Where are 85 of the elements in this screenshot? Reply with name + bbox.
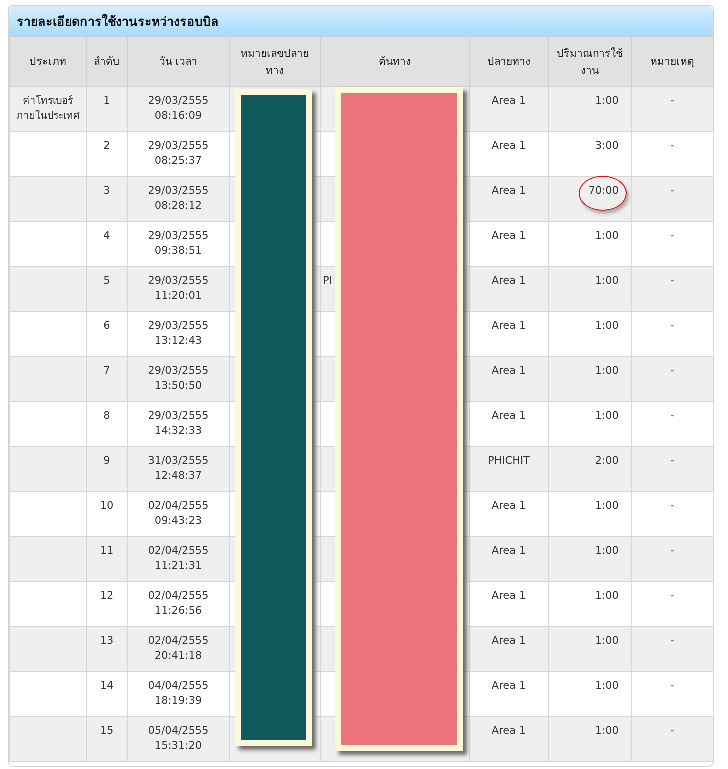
- table-cell: 3:00: [548, 132, 632, 176]
- table-cell: 29/03/2555 08:25:37: [128, 132, 230, 176]
- column-header: หมายเลขปลายทาง: [230, 36, 320, 86]
- table-cell: 8: [86, 402, 128, 446]
- table-cell: -: [632, 86, 714, 132]
- table-cell: 1:00: [548, 536, 632, 582]
- table-cell: 29/03/2555 14:32:33: [128, 402, 230, 446]
- table-cell: 70:00: [588, 185, 619, 197]
- table-cell: 1:00: [548, 582, 632, 626]
- table-cell: 2:00: [548, 446, 632, 492]
- column-header: ปลายทาง: [470, 36, 548, 86]
- table-cell: 15: [86, 716, 128, 762]
- table-cell: 1:00: [548, 402, 632, 446]
- column-header: ต้นทาง: [320, 36, 470, 86]
- table-cell: 3: [86, 176, 128, 222]
- table-cell: -: [632, 266, 714, 312]
- table-cell: 12: [86, 582, 128, 626]
- table-cell: 29/03/2555 13:12:43: [128, 312, 230, 356]
- table-cell: 13: [86, 626, 128, 672]
- table-cell: -: [632, 176, 714, 222]
- table-cell: 1:00: [548, 222, 632, 266]
- panel-title: รายละเอียดการใช้งานระหว่างรอบบิล: [9, 6, 713, 36]
- table-cell: 6: [86, 312, 128, 356]
- table-cell: 4: [86, 222, 128, 266]
- table-cell: 29/03/2555 09:38:51: [128, 222, 230, 266]
- table-cell: -: [632, 402, 714, 446]
- table-cell: -: [632, 536, 714, 582]
- table-cell: Area 1: [470, 582, 548, 626]
- table-cell: -: [632, 716, 714, 762]
- table-cell: 05/04/2555 15:31:20: [128, 716, 230, 762]
- table-cell: Area 1: [470, 176, 548, 222]
- table-cell: PHICHIT: [470, 446, 548, 492]
- table-cell: -: [632, 492, 714, 536]
- table-cell: 02/04/2555 09:43:23: [128, 492, 230, 536]
- table-cell: -: [632, 672, 714, 716]
- table-cell: 02/04/2555 20:41:18: [128, 626, 230, 672]
- table-cell: ค่าโทรเบอร์ ภายในประเทศ: [10, 86, 86, 132]
- table-cell: 1: [86, 86, 128, 132]
- table-cell: 29/03/2555 11:20:01: [128, 266, 230, 312]
- table-cell: 1:00: [548, 86, 632, 132]
- table-cell: Area 1: [470, 222, 548, 266]
- table-cell: 1:00: [548, 492, 632, 536]
- table-cell: 1:00: [548, 626, 632, 672]
- table-cell: 04/04/2555 18:19:39: [128, 672, 230, 716]
- table-cell: Area 1: [470, 716, 548, 762]
- table-cell: 29/03/2555 13:50:50: [128, 356, 230, 402]
- table-cell: Area 1: [470, 492, 548, 536]
- table-cell: 2: [86, 132, 128, 176]
- column-header: หมายเหตุ: [632, 36, 714, 86]
- table-cell: 02/04/2555 11:26:56: [128, 582, 230, 626]
- table-cell: 29/03/2555 08:28:12: [128, 176, 230, 222]
- table-cell: -: [632, 626, 714, 672]
- column-header: วัน เวลา: [128, 36, 230, 86]
- table-cell: Area 1: [470, 132, 548, 176]
- table-cell: 29/03/2555 08:16:09: [128, 86, 230, 132]
- table-cell: 31/03/2555 12:48:37: [128, 446, 230, 492]
- table-cell: Area 1: [470, 312, 548, 356]
- table-cell: Area 1: [470, 626, 548, 672]
- table-cell: -: [632, 132, 714, 176]
- table-cell: 1:00: [548, 672, 632, 716]
- table-cell: 9: [86, 446, 128, 492]
- table-cell: -: [632, 312, 714, 356]
- table-cell: 1:00: [548, 356, 632, 402]
- table-cell: Area 1: [470, 266, 548, 312]
- table-cell: 1:00: [548, 266, 632, 312]
- table-cell: Area 1: [470, 536, 548, 582]
- table-cell: Area 1: [470, 672, 548, 716]
- table-cell: 14: [86, 672, 128, 716]
- table-cell: 7: [86, 356, 128, 402]
- table-cell: -: [632, 356, 714, 402]
- table-cell: -: [632, 446, 714, 492]
- table-cell: 1:00: [548, 312, 632, 356]
- table-cell: -: [632, 222, 714, 266]
- table-cell: 11: [86, 536, 128, 582]
- table-cell: 1:00: [548, 716, 632, 762]
- table-cell: Area 1: [470, 402, 548, 446]
- column-header: ประเภท: [10, 36, 86, 86]
- table-cell: Area 1: [470, 356, 548, 402]
- table-cell: -: [632, 582, 714, 626]
- table-cell: 10: [86, 492, 128, 536]
- column-header: ปริมาณการใช้งาน: [548, 36, 632, 86]
- table-cell: 5: [86, 266, 128, 312]
- table-cell: Area 1: [470, 86, 548, 132]
- column-header: ลำดับ: [86, 36, 128, 86]
- table-cell: 02/04/2555 11:21:31: [128, 536, 230, 582]
